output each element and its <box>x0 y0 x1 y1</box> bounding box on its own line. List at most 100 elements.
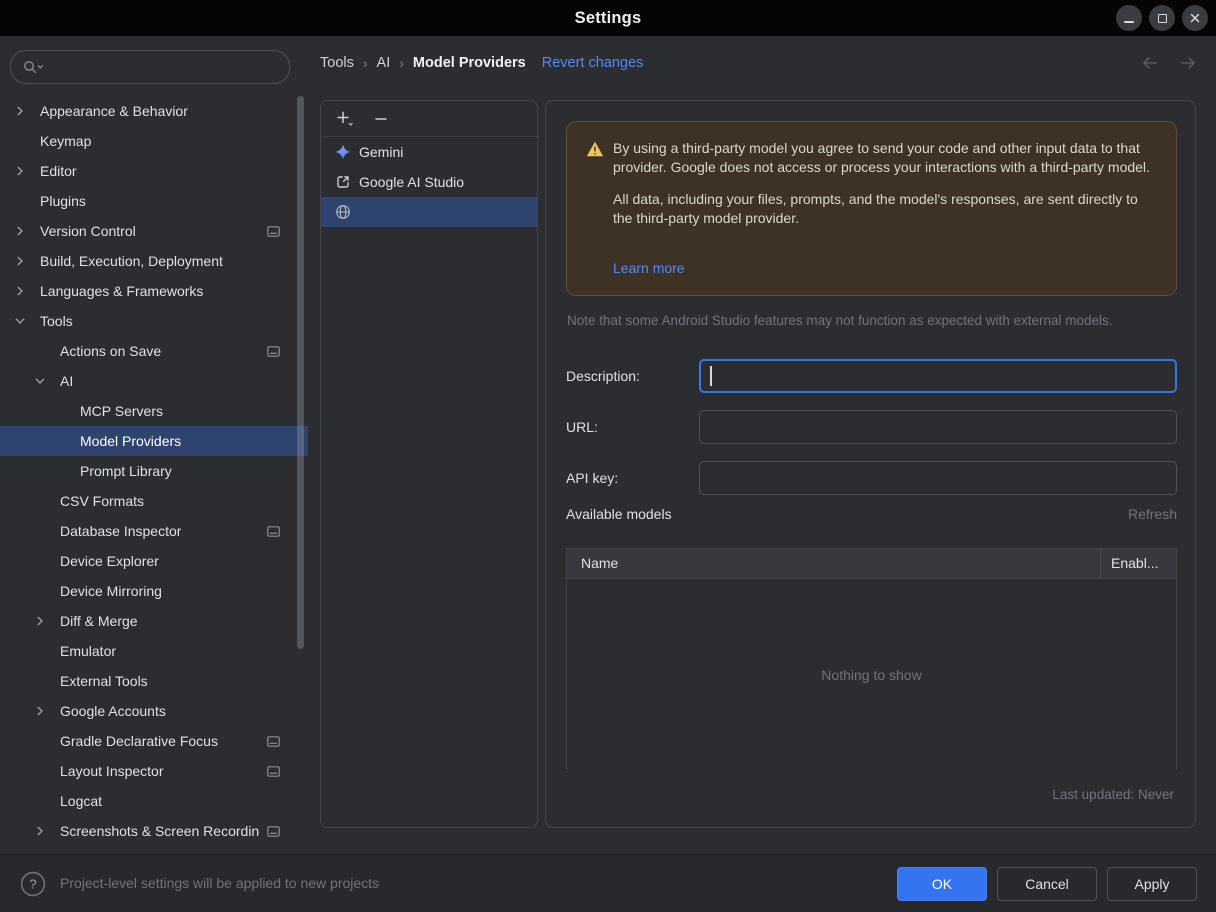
sidebar-item-csv-formats[interactable]: CSV Formats <box>0 486 308 516</box>
sidebar-item-label: Languages & Frameworks <box>40 283 203 299</box>
search-icon <box>22 59 44 75</box>
chevron-spacer <box>54 404 80 418</box>
chevron-right-icon[interactable] <box>14 284 40 298</box>
models-column-header-name[interactable]: Name <box>567 549 1100 578</box>
models-table-header: NameEnabl... <box>567 549 1176 579</box>
description-label: Description: <box>566 368 699 384</box>
url-input[interactable] <box>699 410 1177 444</box>
chevron-right-icon[interactable] <box>14 164 40 178</box>
chevron-down-icon[interactable] <box>14 314 40 328</box>
apply-button[interactable]: Apply <box>1107 867 1197 901</box>
sidebar-item-label: AI <box>60 373 73 389</box>
empty-table-text: Nothing to show <box>821 667 921 683</box>
api-key-input-wrap <box>699 461 1177 495</box>
sidebar-item-emulator[interactable]: Emulator <box>0 636 308 666</box>
shared-settings-icon <box>267 526 280 537</box>
sidebar-item-appearance-behavior[interactable]: Appearance & Behavior <box>0 96 308 126</box>
breadcrumb-item-model-providers[interactable]: Model Providers <box>413 55 526 71</box>
sidebar-item-database-inspector[interactable]: Database Inspector <box>0 516 308 546</box>
chevron-right-icon[interactable] <box>34 824 60 838</box>
sidebar-item-label: Device Mirroring <box>60 583 162 599</box>
sidebar-item-mcp-servers[interactable]: MCP Servers <box>0 396 308 426</box>
forward-button[interactable] <box>1178 55 1198 71</box>
revert-changes-link[interactable]: Revert changes <box>542 55 644 71</box>
chevron-spacer <box>34 524 60 538</box>
sidebar-item-label: MCP Servers <box>80 403 163 419</box>
available-models-label: Available models <box>566 506 672 522</box>
globe-icon <box>335 204 351 220</box>
sidebar-item-label: Prompt Library <box>80 463 172 479</box>
provider-list: GeminiGoogle AI Studio <box>321 137 537 227</box>
sidebar-item-languages-frameworks[interactable]: Languages & Frameworks <box>0 276 308 306</box>
sidebar-item-keymap[interactable]: Keymap <box>0 126 308 156</box>
sidebar-item-device-explorer[interactable]: Device Explorer <box>0 546 308 576</box>
chevron-spacer <box>34 734 60 748</box>
chevron-down-icon[interactable] <box>34 374 60 388</box>
sidebar-item-layout-inspector[interactable]: Layout Inspector <box>0 756 308 786</box>
breadcrumb-item-ai[interactable]: AI <box>377 55 391 71</box>
chevron-right-icon[interactable] <box>34 704 60 718</box>
chevron-spacer <box>34 794 60 808</box>
chevron-spacer <box>14 134 40 148</box>
settings-search-input[interactable] <box>44 51 289 83</box>
provider-item-google-ai-studio[interactable]: Google AI Studio <box>321 167 537 197</box>
sidebar-item-diff-merge[interactable]: Diff & Merge <box>0 606 308 636</box>
models-column-header-enabl[interactable]: Enabl... <box>1100 549 1176 578</box>
provider-item-gemini[interactable]: Gemini <box>321 137 537 167</box>
refresh-button[interactable]: Refresh <box>1128 506 1177 522</box>
chevron-right-icon[interactable] <box>14 254 40 268</box>
maximize-icon <box>1158 14 1167 23</box>
models-table-body: Nothing to show <box>567 579 1176 769</box>
sidebar-item-device-mirroring[interactable]: Device Mirroring <box>0 576 308 606</box>
provider-item-new[interactable] <box>321 197 537 227</box>
maximize-button[interactable] <box>1149 5 1175 31</box>
chevron-right-icon[interactable] <box>14 104 40 118</box>
last-updated-text: Last updated: Never <box>1052 787 1174 802</box>
sidebar-item-label: Google Accounts <box>60 703 166 719</box>
close-button[interactable] <box>1182 5 1208 31</box>
sidebar-item-google-accounts[interactable]: Google Accounts <box>0 696 308 726</box>
ok-button[interactable]: OK <box>897 867 987 901</box>
sidebar-item-prompt-library[interactable]: Prompt Library <box>0 456 308 486</box>
google-ai-studio-icon <box>335 174 351 190</box>
sidebar-item-logcat[interactable]: Logcat <box>0 786 308 816</box>
shared-settings-icon <box>267 826 280 837</box>
chevron-spacer <box>34 344 60 358</box>
description-input[interactable] <box>699 359 1177 393</box>
sidebar-item-version-control[interactable]: Version Control <box>0 216 308 246</box>
add-provider-button[interactable] <box>333 108 357 130</box>
sidebar-item-editor[interactable]: Editor <box>0 156 308 186</box>
breadcrumb-item-tools[interactable]: Tools <box>320 55 354 71</box>
sidebar-item-build-execution-deployment[interactable]: Build, Execution, Deployment <box>0 246 308 276</box>
sidebar-item-external-tools[interactable]: External Tools <box>0 666 308 696</box>
sidebar-item-label: Emulator <box>60 643 116 659</box>
chevron-right-icon[interactable] <box>14 224 40 238</box>
sidebar-item-gradle-declarative-focus[interactable]: Gradle Declarative Focus <box>0 726 308 756</box>
chevron-spacer <box>54 434 80 448</box>
sidebar-item-plugins[interactable]: Plugins <box>0 186 308 216</box>
sidebar-item-tools[interactable]: Tools <box>0 306 308 336</box>
cancel-button[interactable]: Cancel <box>997 867 1097 901</box>
shared-settings-icon <box>267 346 280 357</box>
history-navigation <box>1140 55 1198 71</box>
remove-provider-button[interactable] <box>369 108 393 130</box>
back-button[interactable] <box>1140 55 1160 71</box>
sidebar-scrollbar[interactable] <box>297 96 304 649</box>
learn-more-link[interactable]: Learn more <box>613 259 685 278</box>
shared-settings-icon <box>267 766 280 777</box>
minimize-button[interactable] <box>1116 5 1142 31</box>
help-button[interactable]: ? <box>20 871 46 897</box>
breadcrumb-separator: › <box>399 55 404 71</box>
footer-buttons: OK Cancel Apply <box>897 867 1197 901</box>
provider-toolbar <box>321 101 537 137</box>
breadcrumb: Tools›AI›Model Providers <box>320 55 526 71</box>
settings-search[interactable] <box>10 50 290 84</box>
sidebar-item-screenshots-screen-recording[interactable]: Screenshots & Screen Recording <box>0 816 308 846</box>
sidebar-item-label: Database Inspector <box>60 523 181 539</box>
sidebar-item-model-providers[interactable]: Model Providers <box>0 426 308 456</box>
sidebar-item-label: Version Control <box>40 223 136 239</box>
chevron-right-icon[interactable] <box>34 614 60 628</box>
sidebar-item-actions-on-save[interactable]: Actions on Save <box>0 336 308 366</box>
sidebar-item-ai[interactable]: AI <box>0 366 308 396</box>
api-key-input[interactable] <box>699 461 1177 495</box>
